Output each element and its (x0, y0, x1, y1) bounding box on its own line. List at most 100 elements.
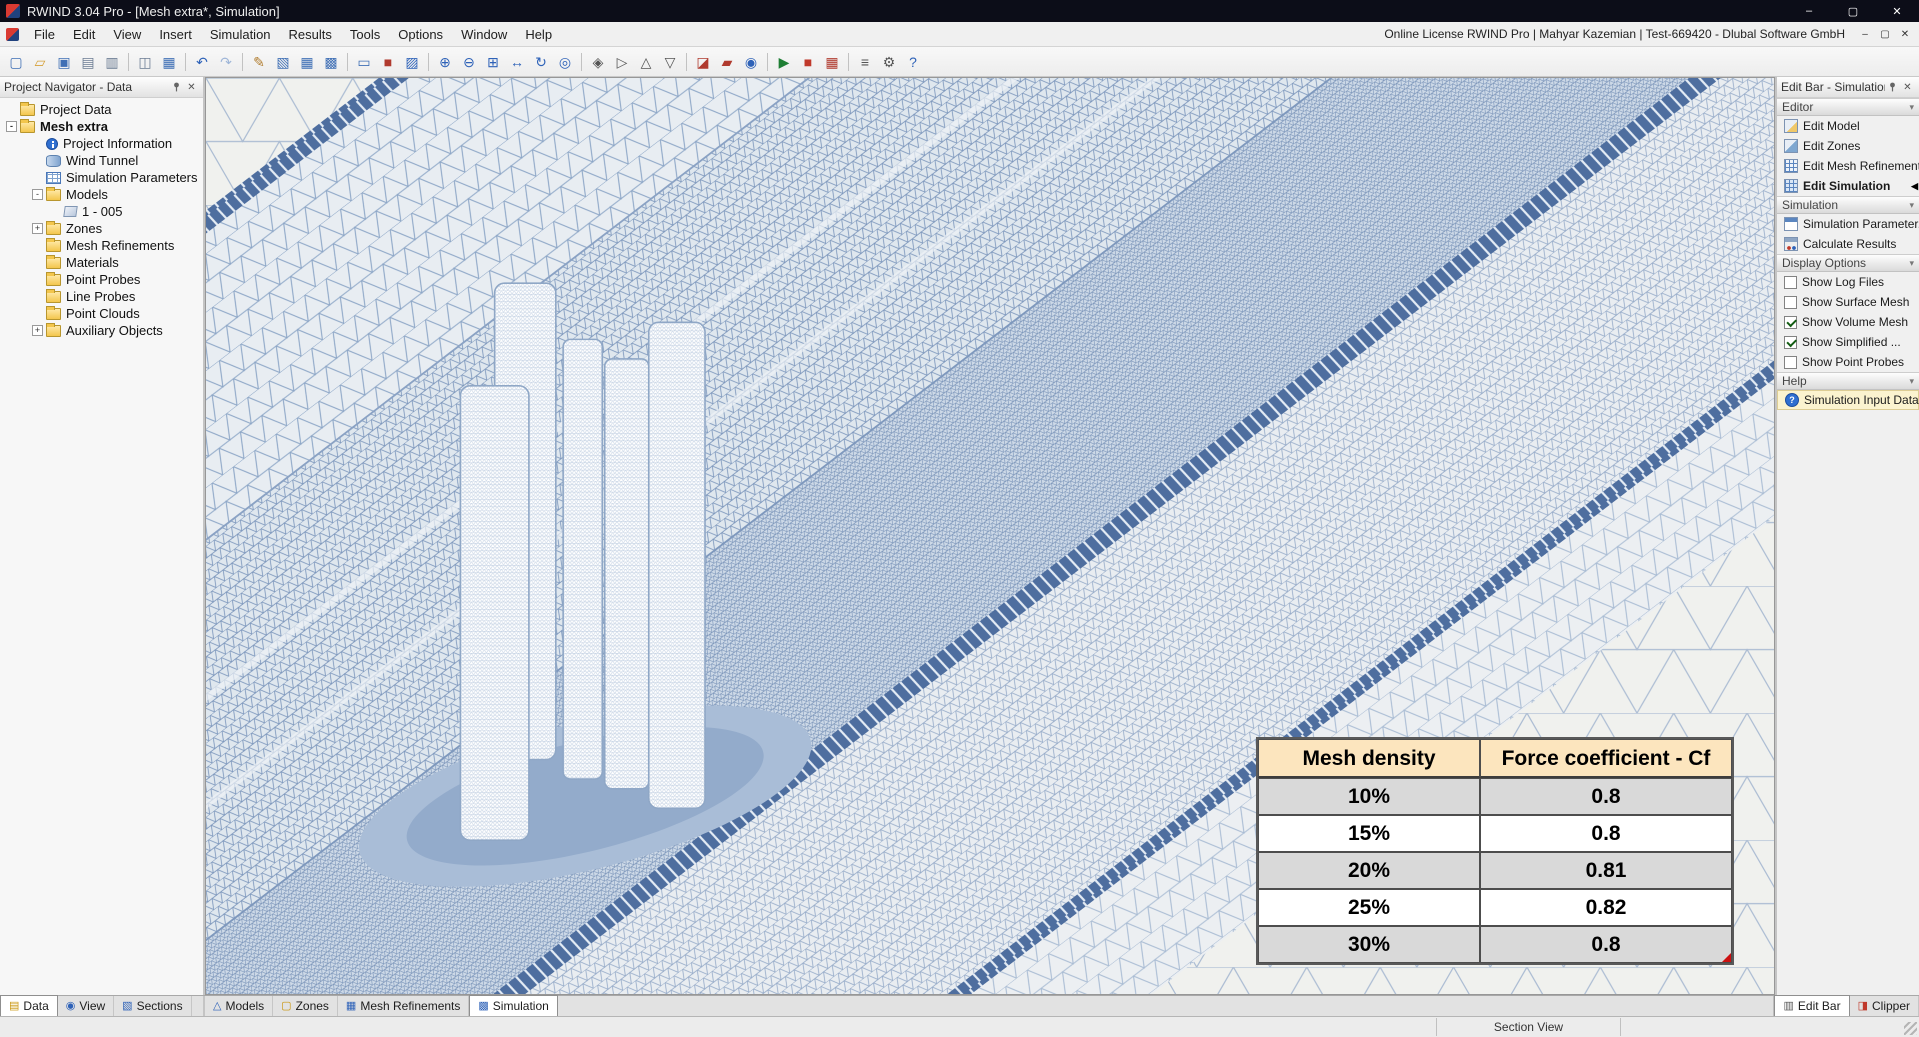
editbar-item-simulation-input-data[interactable]: ? Simulation Input Data (1777, 390, 1919, 410)
tree-item[interactable]: Materials (0, 254, 203, 271)
close-icon[interactable]: ✕ (1900, 80, 1915, 95)
tree-expander[interactable]: + (32, 325, 43, 336)
tree-item[interactable]: Line Probes (0, 288, 203, 305)
view-isometric-icon[interactable]: ◈ (586, 50, 610, 74)
zoom-window-icon[interactable]: ⊞ (481, 50, 505, 74)
tab-data[interactable]: ▤ Data (0, 995, 58, 1016)
new-project-icon[interactable]: ▢ (4, 50, 28, 74)
window-maximize-button[interactable]: ▢ (1831, 0, 1875, 22)
import-data-icon[interactable]: ▤ (76, 50, 100, 74)
editbar-item-calculate-results[interactable]: Calculate Results (1777, 234, 1919, 254)
tree-item[interactable]: - Mesh extra (0, 118, 203, 135)
tree-expander[interactable] (32, 308, 43, 319)
section-help[interactable]: Help ▾ (1777, 372, 1919, 390)
checkbox-show-point-probes[interactable]: Show Point Probes (1777, 352, 1919, 372)
menu-item[interactable]: Results (280, 22, 341, 46)
mdi-minimize-button[interactable]: – (1855, 25, 1875, 43)
tab-edit-bar[interactable]: ▥ Edit Bar (1774, 995, 1850, 1016)
rotate-view-icon[interactable]: ↻ (529, 50, 553, 74)
close-icon[interactable]: ✕ (184, 80, 199, 95)
tree-item[interactable]: + Zones (0, 220, 203, 237)
tree-item[interactable]: + Auxiliary Objects (0, 322, 203, 339)
window-close-button[interactable]: ✕ (1875, 0, 1919, 22)
tree-expander[interactable] (32, 274, 43, 285)
tree-expander[interactable] (32, 240, 43, 251)
menu-item[interactable]: Window (452, 22, 516, 46)
tree-item[interactable]: Wind Tunnel (0, 152, 203, 169)
display-options-icon[interactable]: ≡ (853, 50, 877, 74)
tab-clipper[interactable]: ◨ Clipper (1850, 996, 1919, 1016)
checkbox[interactable] (1784, 315, 1797, 329)
pin-icon[interactable] (169, 80, 184, 95)
pan-view-icon[interactable]: ↔ (505, 50, 529, 74)
print-icon[interactable]: ▥ (100, 50, 124, 74)
checkbox-show-volume-mesh[interactable]: Show Volume Mesh (1777, 312, 1919, 332)
results-table-icon[interactable]: ▦ (820, 50, 844, 74)
tab-mesh-refinements[interactable]: ▦ Mesh Refinements (338, 996, 470, 1016)
help-icon[interactable]: ? (901, 50, 925, 74)
tree-expander[interactable]: + (32, 223, 43, 234)
stop-calculation-icon[interactable]: ■ (796, 50, 820, 74)
pin-icon[interactable] (1885, 80, 1900, 95)
open-project-icon[interactable]: ▱ (28, 50, 52, 74)
menu-item[interactable]: Tools (341, 22, 389, 46)
view-z-icon[interactable]: ▽ (658, 50, 682, 74)
menu-item[interactable]: View (104, 22, 150, 46)
menu-item[interactable]: Options (389, 22, 452, 46)
clipping-plane-icon[interactable]: ◪ (691, 50, 715, 74)
checkbox[interactable] (1784, 335, 1797, 349)
tree-item[interactable]: Project Information (0, 135, 203, 152)
tree-expander[interactable] (50, 206, 61, 217)
mdi-restore-button[interactable]: ▢ (1875, 25, 1895, 43)
menu-item[interactable]: Insert (150, 22, 201, 46)
menu-item[interactable]: Simulation (201, 22, 280, 46)
undo-icon[interactable]: ↶ (190, 50, 214, 74)
tree-item[interactable]: 1 - 005 (0, 203, 203, 220)
tree-item[interactable]: Point Probes (0, 271, 203, 288)
checkbox-show-surface-mesh[interactable]: Show Surface Mesh (1777, 292, 1919, 312)
edit-zones-icon[interactable]: ▧ (271, 50, 295, 74)
tree-item[interactable]: - Models (0, 186, 203, 203)
tree-expander[interactable] (6, 104, 17, 115)
view-y-icon[interactable]: △ (634, 50, 658, 74)
editbar-item-edit-mesh-refinements[interactable]: Edit Mesh Refinements (1777, 156, 1919, 176)
menu-item[interactable]: Edit (64, 22, 104, 46)
editbar-item-edit-simulation[interactable]: Edit Simulation ◀ (1777, 176, 1919, 196)
edit-simulation-icon[interactable]: ▩ (319, 50, 343, 74)
tree-item[interactable]: Point Clouds (0, 305, 203, 322)
settings-gear-icon[interactable]: ⚙ (877, 50, 901, 74)
tab-sections[interactable]: ▧ Sections (114, 996, 192, 1016)
probe-tool-icon[interactable]: ◉ (739, 50, 763, 74)
start-calculation-icon[interactable]: ▶ (772, 50, 796, 74)
editbar-item-edit-zones[interactable]: Edit Zones (1777, 136, 1919, 156)
edit-mesh-refinements-icon[interactable]: ▦ (295, 50, 319, 74)
editbar-item-edit-model[interactable]: Edit Model (1777, 116, 1919, 136)
show-wind-tunnel-icon[interactable]: ▭ (352, 50, 376, 74)
tree-expander[interactable] (32, 257, 43, 268)
edit-table-icon[interactable]: ▦ (157, 50, 181, 74)
checkbox-show-log-files[interactable]: Show Log Files (1777, 272, 1919, 292)
show-volume-mesh-icon[interactable]: ▨ (400, 50, 424, 74)
window-minimize-button[interactable]: – (1787, 0, 1831, 22)
tree-item[interactable]: Project Data (0, 101, 203, 118)
tree-expander[interactable] (32, 155, 43, 166)
tree-expander[interactable]: - (6, 121, 17, 132)
mdi-close-button[interactable]: ✕ (1895, 25, 1915, 43)
section-plane-icon[interactable]: ▰ (715, 50, 739, 74)
section-simulation[interactable]: Simulation ▾ (1777, 196, 1919, 214)
zoom-in-icon[interactable]: ⊕ (433, 50, 457, 74)
tab-models[interactable]: △ Models (205, 996, 274, 1016)
checkbox[interactable] (1784, 355, 1797, 369)
tree-item[interactable]: Mesh Refinements (0, 237, 203, 254)
resize-grip[interactable] (1904, 1022, 1917, 1035)
menu-item[interactable]: File (25, 22, 64, 46)
checkbox-show-simplified[interactable]: Show Simplified ... (1777, 332, 1919, 352)
tab-simulation[interactable]: ▩ Simulation (469, 995, 558, 1016)
section-editor[interactable]: Editor ▾ (1777, 98, 1919, 116)
tree-expander[interactable] (32, 172, 43, 183)
tree-expander[interactable] (32, 138, 43, 149)
menu-item[interactable]: Help (516, 22, 561, 46)
editbar-item-simulation-parameters[interactable]: Simulation Parameter... (1777, 214, 1919, 234)
checkbox[interactable] (1784, 275, 1797, 289)
tab-zones[interactable]: ▢ Zones (273, 996, 338, 1016)
